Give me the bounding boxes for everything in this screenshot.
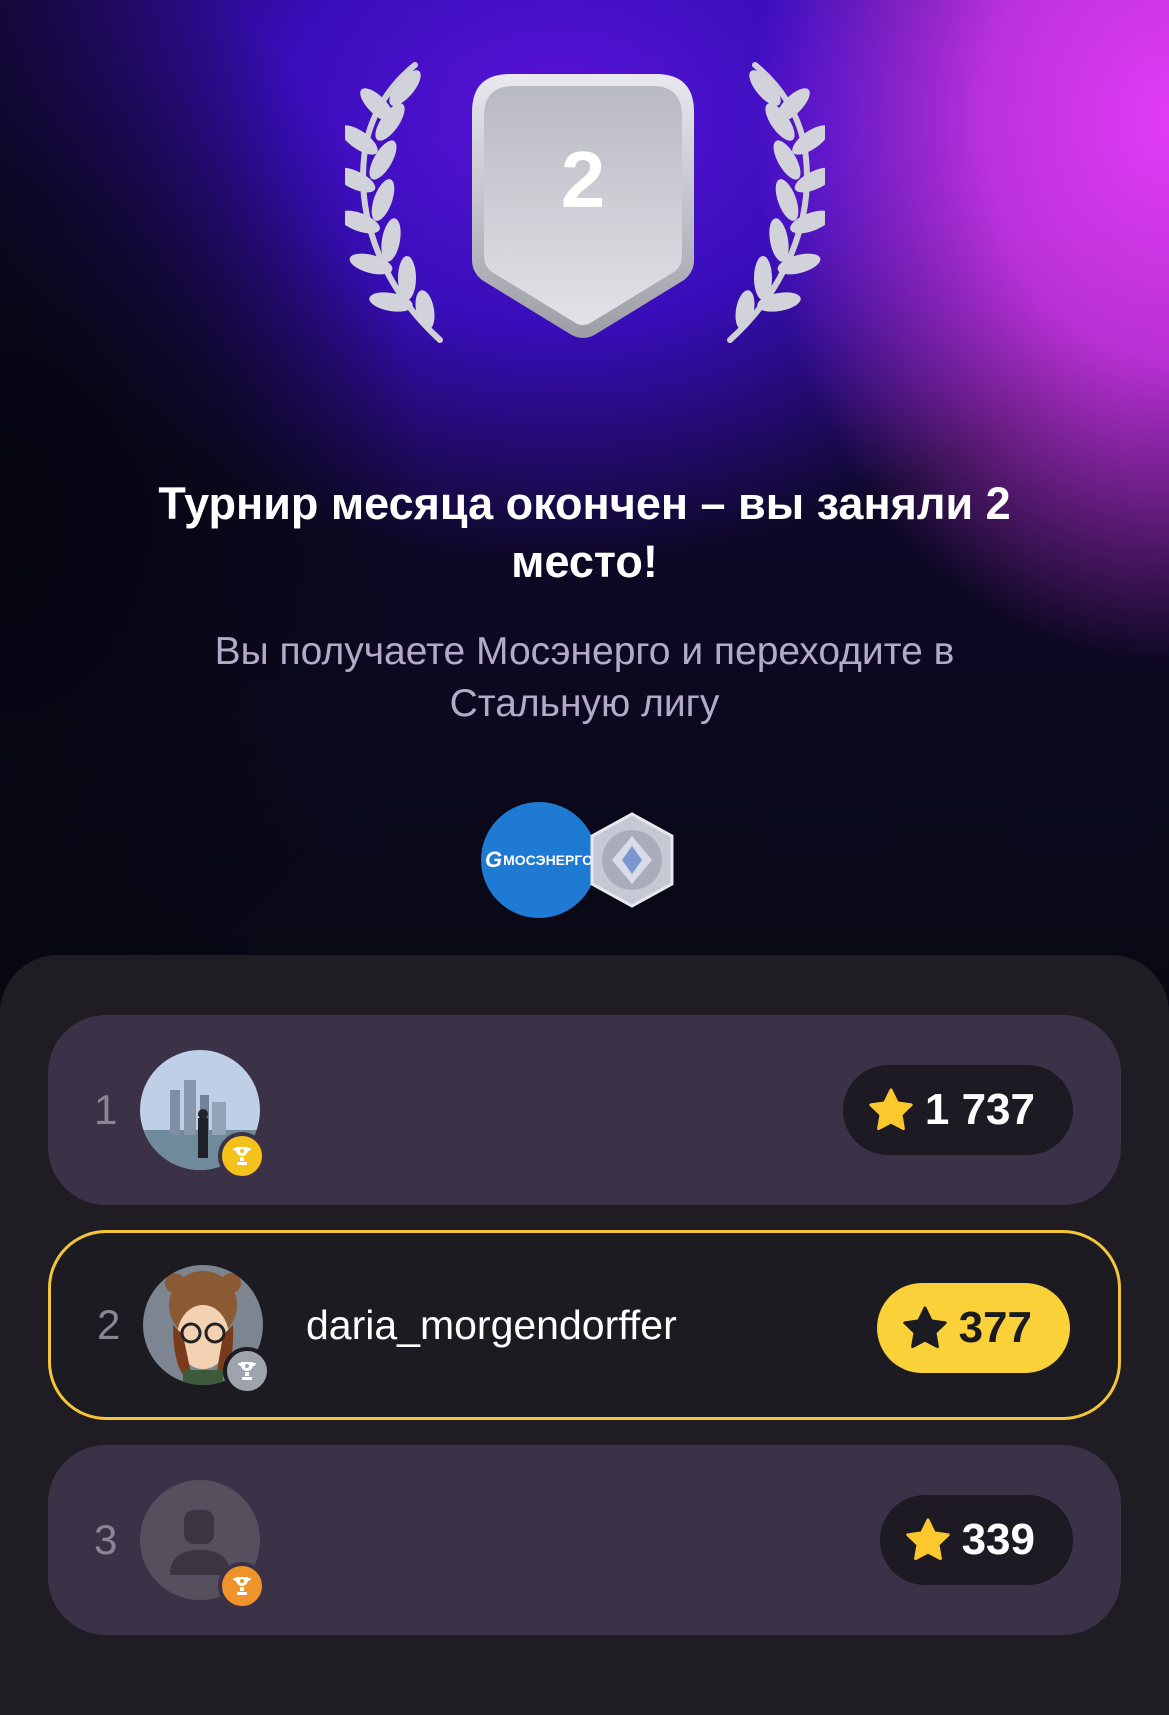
- gold-cup-icon: [218, 1132, 266, 1180]
- username: daria_morgendorffer: [306, 1301, 677, 1348]
- leaderboard-row[interactable]: 3 339: [48, 1445, 1121, 1635]
- score-value: 339: [961, 1515, 1035, 1564]
- place-number: 2: [560, 135, 606, 224]
- rank-number: 1: [94, 1086, 118, 1133]
- prize-logo-text: МОСЭНЕРГО: [503, 852, 593, 868]
- score-pill: 377: [876, 1283, 1070, 1373]
- laurel-right-icon: [727, 62, 825, 343]
- rank-number: 3: [94, 1516, 118, 1563]
- prize-logo-mark: G: [485, 847, 503, 872]
- score-pill: 1 737: [842, 1065, 1073, 1155]
- score-pill: 339: [879, 1495, 1073, 1585]
- score-value: 377: [958, 1303, 1032, 1352]
- silver-cup-icon: [223, 1347, 271, 1395]
- star-icon: [905, 1518, 950, 1561]
- result-subline: Вы получаете Мосэнерго и переходите в Ст…: [214, 630, 955, 725]
- star-icon: [902, 1306, 947, 1349]
- star-icon: [869, 1088, 913, 1131]
- rank-number: 2: [97, 1301, 121, 1348]
- score-value: 1 737: [924, 1085, 1035, 1134]
- laurel-left-icon: [345, 62, 443, 343]
- result-headline: Турнир месяца окончен – вы заняли 2 мест…: [158, 478, 1011, 587]
- leaderboard-row-current-user[interactable]: 2 daria_morgendorffer 377: [48, 1230, 1121, 1420]
- mosenergo-prize-logo: G МОСЭНЕРГО: [481, 802, 597, 918]
- leaderboard-panel: 1 1 737 2 daria_morgendorffer 377 3 339: [0, 955, 1169, 1715]
- bronze-cup-icon: [218, 1562, 266, 1610]
- steel-league-badge-icon: [590, 812, 674, 908]
- leaderboard-row[interactable]: 1 1 737: [48, 1015, 1121, 1205]
